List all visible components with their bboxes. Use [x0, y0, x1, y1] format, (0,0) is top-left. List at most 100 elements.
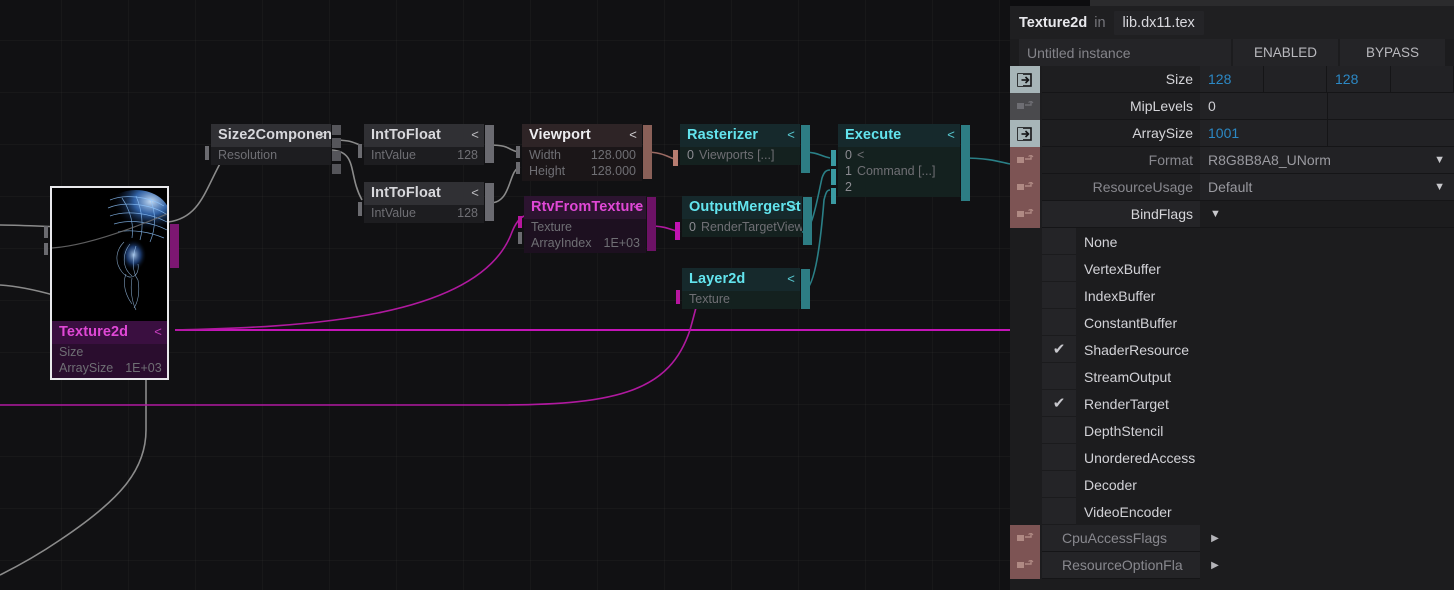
- chevron-down-icon[interactable]: ▼: [1434, 181, 1445, 193]
- node-param[interactable]: Resolution: [211, 147, 331, 163]
- graph-node-layer2d[interactable]: Layer2d < Texture: [676, 268, 810, 309]
- node-param[interactable]: Width 128.000: [522, 147, 642, 163]
- chevron-left-icon[interactable]: <: [789, 198, 797, 215]
- miplevels-field[interactable]: 0: [1200, 93, 1328, 120]
- bindflags-expander[interactable]: ▼: [1200, 201, 1454, 228]
- node-param[interactable]: 1 Command [...]: [838, 163, 960, 179]
- input-ports[interactable]: [831, 150, 840, 204]
- bindflag-item[interactable]: ✔ ShaderResource: [1010, 336, 1454, 363]
- enabled-button[interactable]: ENABLED: [1233, 39, 1338, 66]
- chevron-left-icon[interactable]: <: [629, 126, 637, 143]
- node-param[interactable]: Height 128.000: [522, 163, 642, 179]
- chevron-down-icon[interactable]: ▼: [1434, 154, 1445, 166]
- input-arrow-icon[interactable]: [1010, 120, 1040, 147]
- output-ports[interactable]: [485, 125, 494, 163]
- bindflag-checkbox[interactable]: [1042, 471, 1076, 498]
- bindflag-item[interactable]: ✔ RenderTarget: [1010, 390, 1454, 417]
- node-param[interactable]: Texture: [524, 219, 646, 235]
- bindflag-checkbox[interactable]: [1042, 255, 1076, 282]
- output-ports[interactable]: [961, 125, 970, 201]
- connector-icon[interactable]: [1010, 201, 1040, 228]
- size-field-x[interactable]: 128: [1200, 66, 1264, 93]
- output-ports[interactable]: [801, 125, 810, 173]
- bindflag-item[interactable]: None: [1010, 228, 1454, 255]
- chevron-left-icon[interactable]: <: [787, 270, 795, 287]
- graph-node-viewport[interactable]: Viewport < Width 128.000 Height 128.000: [516, 124, 652, 181]
- node-param[interactable]: Size: [52, 344, 167, 360]
- connector-icon[interactable]: [1010, 174, 1040, 201]
- bindflag-item[interactable]: VideoEncoder: [1010, 498, 1454, 525]
- graph-node-outputmergerstate[interactable]: OutputMergerSt < 0 RenderTargetViews [..…: [675, 196, 812, 245]
- output-ports[interactable]: [332, 125, 341, 174]
- bindflag-item[interactable]: IndexBuffer: [1010, 282, 1454, 309]
- arraysize-field-aux[interactable]: [1327, 120, 1454, 147]
- bindflag-checkbox[interactable]: [1042, 498, 1076, 525]
- connector-icon[interactable]: [1010, 147, 1040, 174]
- output-ports[interactable]: [170, 224, 179, 268]
- bindflag-item[interactable]: StreamOutput: [1010, 363, 1454, 390]
- miplevels-field-aux[interactable]: [1327, 93, 1454, 120]
- resourceusage-dropdown[interactable]: Default ▼: [1200, 174, 1454, 201]
- bindflag-item[interactable]: UnorderedAccess: [1010, 444, 1454, 471]
- node-param[interactable]: IntValue 128: [364, 147, 484, 163]
- input-ports[interactable]: [358, 144, 367, 158]
- bindflag-checkbox[interactable]: [1042, 363, 1076, 390]
- graph-node-size2component[interactable]: Size2Componen < Resolution: [205, 124, 341, 174]
- node-param[interactable]: ArraySize 1E+03: [52, 360, 167, 376]
- connector-icon[interactable]: [1010, 552, 1040, 579]
- chevron-left-icon[interactable]: <: [318, 126, 326, 143]
- chevron-down-icon[interactable]: ▼: [1210, 208, 1221, 220]
- bindflag-item[interactable]: Decoder: [1010, 471, 1454, 498]
- arraysize-field[interactable]: 1001: [1200, 120, 1328, 147]
- bindflag-item[interactable]: VertexBuffer: [1010, 255, 1454, 282]
- node-graph-canvas[interactable]: Texture2d < Size ArraySize 1E+03 Size2Co…: [0, 0, 1010, 590]
- output-ports[interactable]: [801, 269, 810, 309]
- size-field-x-aux[interactable]: [1263, 66, 1327, 93]
- bindflag-checkbox[interactable]: [1042, 282, 1076, 309]
- input-ports[interactable]: [676, 290, 685, 304]
- input-ports[interactable]: [673, 150, 682, 166]
- chevron-left-icon[interactable]: <: [947, 126, 955, 143]
- graph-node-execute[interactable]: Execute < 0 < 1 Command [...] 2: [831, 124, 970, 204]
- instance-name-input[interactable]: Untitled instance: [1019, 39, 1231, 66]
- bindflag-checkbox[interactable]: [1042, 228, 1076, 255]
- input-ports[interactable]: [205, 146, 214, 160]
- input-ports[interactable]: [675, 222, 684, 240]
- input-ports[interactable]: [518, 216, 527, 244]
- bindflag-checkbox[interactable]: ✔: [1042, 390, 1076, 417]
- node-param[interactable]: IntValue 128: [364, 205, 484, 221]
- node-param[interactable]: Texture: [682, 291, 800, 307]
- node-param[interactable]: 0 <: [838, 147, 960, 163]
- graph-node-inttofloat-a[interactable]: IntToFloat < IntValue 128: [358, 124, 494, 165]
- chevron-right-icon[interactable]: ▶: [1200, 525, 1230, 552]
- panel-file-name[interactable]: lib.dx11.tex: [1113, 10, 1204, 35]
- input-ports[interactable]: [44, 226, 53, 255]
- graph-node-rtvfromtexture[interactable]: RtvFromTexture < Texture ArrayIndex 1E+0…: [518, 196, 656, 253]
- chevron-left-icon[interactable]: <: [154, 323, 162, 340]
- input-arrow-icon[interactable]: [1010, 66, 1040, 93]
- output-ports[interactable]: [643, 125, 652, 179]
- node-param[interactable]: 0 Viewports [...]: [680, 147, 800, 163]
- output-ports[interactable]: [647, 197, 656, 251]
- size-field-y[interactable]: 128: [1327, 66, 1391, 93]
- bindflag-item[interactable]: ConstantBuffer: [1010, 309, 1454, 336]
- graph-node-texture2d[interactable]: Texture2d < Size ArraySize 1E+03: [44, 186, 179, 380]
- node-param[interactable]: 0 RenderTargetViews [...]: [682, 219, 802, 235]
- graph-node-rasterizer[interactable]: Rasterizer < 0 Viewports [...]: [673, 124, 810, 173]
- bindflag-checkbox[interactable]: [1042, 417, 1076, 444]
- bindflag-checkbox[interactable]: [1042, 309, 1076, 336]
- chevron-left-icon[interactable]: <: [787, 126, 795, 143]
- bindflag-item[interactable]: DepthStencil: [1010, 417, 1454, 444]
- connector-icon[interactable]: [1010, 93, 1040, 120]
- chevron-left-icon[interactable]: <: [471, 184, 479, 201]
- size-field-y-aux[interactable]: [1390, 66, 1454, 93]
- connector-icon[interactable]: [1010, 525, 1040, 552]
- output-ports[interactable]: [803, 197, 812, 245]
- bypass-button[interactable]: BYPASS: [1340, 39, 1445, 66]
- input-ports[interactable]: [358, 202, 367, 216]
- bindflag-checkbox[interactable]: ✔: [1042, 336, 1076, 363]
- node-param[interactable]: ArrayIndex 1E+03: [524, 235, 646, 251]
- input-ports[interactable]: [516, 146, 525, 174]
- bindflag-checkbox[interactable]: [1042, 444, 1076, 471]
- chevron-right-icon[interactable]: ▶: [1200, 552, 1230, 579]
